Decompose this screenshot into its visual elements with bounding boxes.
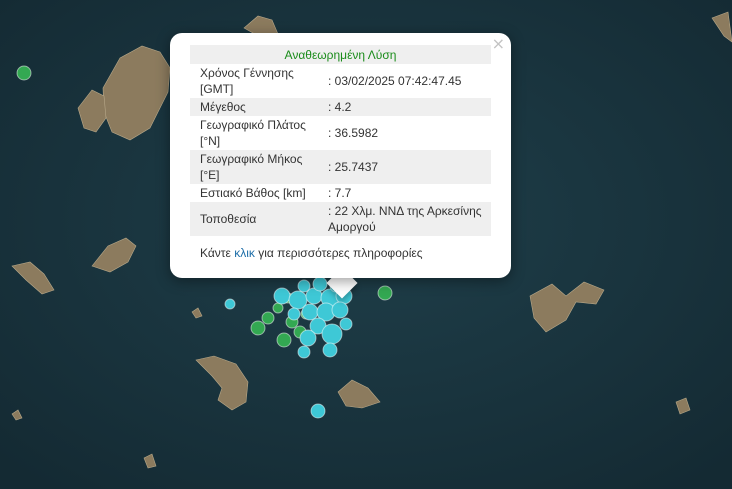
earthquake-marker-recent — [331, 301, 349, 319]
more-info-link[interactable]: κλικ — [234, 246, 255, 260]
earthquake-marker-recent — [321, 323, 343, 345]
earthquake-marker-recent — [273, 287, 291, 305]
earthquake-marker-older — [261, 311, 275, 325]
row-value: : 03/02/2025 07:42:47.45 — [328, 74, 462, 88]
earthquake-marker-recent — [310, 403, 326, 419]
table-row: Γεωγραφικό Πλάτος [°N] : 36.5982 — [190, 116, 491, 150]
row-label: Γεωγραφικό Πλάτος [°N] — [200, 118, 306, 148]
row-label: Εστιακό Βάθος [km] — [200, 186, 306, 200]
table-row: Γεωγραφικό Μήκος [°E] : 25.7437 — [190, 150, 491, 184]
row-label: Τοποθεσία — [200, 212, 257, 226]
earthquake-marker-recent — [339, 317, 353, 331]
earthquake-info-table: Αναθεωρημένη Λύση Χρόνος Γέννησης [GMT] … — [190, 45, 491, 236]
popup-title: Αναθεωρημένη Λύση — [284, 47, 397, 62]
row-value: : 36.5982 — [328, 126, 379, 140]
earthquake-marker-recent — [312, 276, 328, 292]
row-label: Μέγεθος — [200, 100, 246, 114]
earthquake-marker-recent — [224, 298, 236, 310]
earthquake-marker-older — [377, 285, 393, 301]
row-value: : 4.2 — [328, 100, 352, 114]
popup-title-row: Αναθεωρημένη Λύση — [190, 45, 491, 64]
table-row: Χρόνος Γέννησης [GMT] : 03/02/2025 07:42… — [190, 64, 491, 98]
earthquake-marker-older — [250, 320, 266, 336]
row-value: : 25.7437 — [328, 160, 379, 174]
earthquake-marker-older — [16, 65, 32, 81]
earthquake-marker-recent — [297, 345, 311, 359]
table-row: Μέγεθος : 4.2 — [190, 98, 491, 116]
close-icon[interactable]: × — [492, 36, 505, 52]
table-row: Τοποθεσία : 22 Χλμ. ΝΝΔ της Αρκεσίνης Αμ… — [190, 202, 491, 236]
earthquake-marker-recent — [301, 303, 319, 321]
row-label: Γεωγραφικό Μήκος [°E] — [200, 152, 303, 182]
row-value: : 22 Χλμ. ΝΝΔ της Αρκεσίνης Αμοργού — [328, 204, 482, 234]
earthquake-marker-recent — [287, 307, 301, 321]
earthquake-marker-recent — [322, 342, 338, 358]
earthquake-marker-recent — [297, 279, 311, 293]
row-value: : 7.7 — [328, 186, 352, 200]
earthquake-info-popup: × Αναθεωρημένη Λύση Χρόνος Γέννησης [GMT… — [170, 33, 511, 278]
more-info-prefix: Κάντε — [200, 246, 235, 260]
earthquake-marker-older — [272, 302, 284, 314]
earthquake-marker-older — [276, 332, 292, 348]
more-info-suffix: για περισσότερες πληροφορίες — [254, 246, 423, 260]
table-row: Εστιακό Βάθος [km] : 7.7 — [190, 184, 491, 202]
more-info-line: Κάντε κλικ για περισσότερες πληροφορίες — [200, 246, 423, 260]
row-label: Χρόνος Γέννησης [GMT] — [200, 66, 294, 96]
earthquake-marker-recent — [299, 329, 317, 347]
